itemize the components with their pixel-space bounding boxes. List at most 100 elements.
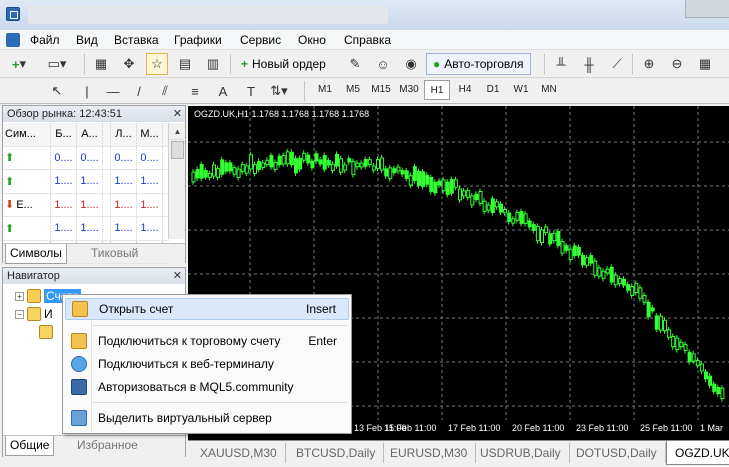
candlestick-chart-icon[interactable]: ╫ bbox=[578, 53, 600, 75]
trendline-icon[interactable]: / bbox=[128, 80, 150, 102]
col-low[interactable]: Л... bbox=[111, 123, 137, 146]
text-tool-icon[interactable]: A bbox=[212, 80, 234, 102]
tile-windows-icon[interactable]: ▦ bbox=[694, 53, 716, 75]
navigator-close-icon[interactable]: ✕ bbox=[173, 268, 182, 284]
period-m30[interactable]: M30 bbox=[396, 80, 422, 100]
menu-file[interactable]: Файл bbox=[30, 33, 60, 47]
expand-icon[interactable]: + bbox=[15, 291, 24, 301]
menu-window[interactable]: Окно bbox=[298, 33, 326, 47]
tree-node-subfolder[interactable] bbox=[39, 325, 53, 339]
tab-tick-chart[interactable]: Тиковый график bbox=[87, 244, 185, 279]
chart-tab-usdrub[interactable]: USDRUB,Daily bbox=[472, 443, 570, 463]
ctx-mql5-login-label: Авторизоваться в MQL5.community bbox=[98, 380, 294, 394]
cursor-icon[interactable]: ↖ bbox=[46, 80, 68, 102]
window-close-button[interactable] bbox=[685, 0, 729, 18]
period-h1[interactable]: H1 bbox=[424, 80, 450, 100]
accounts-icon bbox=[27, 289, 41, 303]
metaeditor-icon[interactable]: ✎ bbox=[344, 53, 366, 75]
community-icon[interactable]: ☺ bbox=[372, 53, 394, 75]
chart-tab-btcusd[interactable]: BTCUSD,Daily bbox=[288, 443, 385, 463]
chart-tab-dotusd[interactable]: DOTUSD,Daily bbox=[568, 443, 666, 463]
profiles-icon[interactable]: ▭▾ bbox=[46, 53, 68, 75]
fibonacci-icon[interactable]: ≡ bbox=[184, 80, 206, 102]
market-watch-close-icon[interactable]: ✕ bbox=[173, 106, 182, 122]
menu-insert[interactable]: Вставка bbox=[114, 33, 159, 47]
period-m1[interactable]: M1 bbox=[312, 80, 338, 100]
navigator-tabs: Общие Избранное bbox=[3, 435, 185, 457]
signals-icon[interactable]: ◉ bbox=[400, 53, 422, 75]
bar-chart-icon[interactable]: ╨ bbox=[550, 53, 572, 75]
candle bbox=[330, 163, 335, 171]
scroll-thumb[interactable] bbox=[171, 141, 184, 159]
label-tool-icon[interactable]: T bbox=[240, 80, 262, 102]
menu-help[interactable]: Справка bbox=[344, 33, 391, 47]
menu-tools[interactable]: Сервис bbox=[240, 33, 281, 47]
ctx-mql5-login[interactable]: Авторизоваться в MQL5.community bbox=[65, 376, 349, 398]
ctx-open-account[interactable]: Открыть счет Insert bbox=[65, 298, 349, 320]
document-menu-icon[interactable] bbox=[6, 33, 20, 47]
market-watch-header-row: Сим... Б... А... Л... М... bbox=[3, 123, 169, 147]
collapse-icon[interactable]: − bbox=[15, 309, 24, 319]
vertical-line-icon[interactable]: | bbox=[76, 80, 98, 102]
auto-trading-button[interactable]: ● Авто-торговля bbox=[426, 53, 531, 75]
indicators-label[interactable]: И bbox=[44, 307, 53, 321]
zoom-out-icon[interactable]: ⊖ bbox=[666, 53, 688, 75]
arrow-up-icon: ⬆ bbox=[5, 222, 15, 235]
equidistant-channel-icon[interactable]: ⫽ bbox=[154, 80, 176, 102]
line-chart-icon[interactable]: ⟋ bbox=[606, 53, 628, 75]
period-h4[interactable]: H4 bbox=[452, 80, 478, 100]
data-window-icon[interactable]: ✥ bbox=[118, 53, 140, 75]
market-watch-scrollbar[interactable]: ▲ bbox=[168, 123, 186, 239]
candle bbox=[675, 337, 680, 351]
ctx-connect-trade-account[interactable]: Подключиться к торговому счету Enter bbox=[65, 330, 349, 352]
menu-charts[interactable]: Графики bbox=[174, 33, 222, 47]
market-watch-row[interactable]: ⬆ 0.... 0.... 0.... 0.... bbox=[3, 146, 169, 170]
candle bbox=[667, 329, 672, 338]
candle bbox=[306, 154, 311, 164]
horizontal-line-icon[interactable]: — bbox=[102, 80, 124, 102]
candle bbox=[191, 171, 196, 183]
chart-tab-ogzd[interactable]: OGZD.UK,H1 bbox=[666, 441, 729, 465]
scroll-up-icon[interactable]: ▲ bbox=[169, 123, 186, 140]
period-w1[interactable]: W1 bbox=[508, 80, 534, 100]
tester-toggle-icon[interactable]: ▥ bbox=[202, 53, 224, 75]
col-symbol[interactable]: Сим... bbox=[3, 123, 51, 146]
col-high[interactable]: М... bbox=[137, 123, 163, 146]
chart-tab-eurusd[interactable]: EURUSD,M30 bbox=[382, 443, 477, 463]
zoom-in-icon[interactable]: ⊕ bbox=[638, 53, 660, 75]
market-watch-row[interactable]: ⬇ E... 1.... 1.... 1.... 1.... bbox=[3, 193, 169, 217]
new-chart-icon[interactable]: + ▾ bbox=[8, 53, 30, 75]
market-watch-row[interactable]: ⬆ 1.... 1.... 1.... 1.... bbox=[3, 170, 169, 194]
tree-node-indicators[interactable]: − И bbox=[15, 307, 53, 321]
col-ask[interactable]: А... bbox=[77, 123, 103, 146]
col-spread[interactable] bbox=[103, 123, 111, 146]
candle bbox=[289, 151, 294, 166]
market-watch-toggle-icon[interactable]: ▦ bbox=[90, 53, 112, 75]
period-m5[interactable]: M5 bbox=[340, 80, 366, 100]
standard-toolbar: + ▾ ▭▾ ▦ ✥ ☆ ▤ ▥ + Новый ордер ✎ ☺ ◉ ● Ав… bbox=[0, 50, 729, 78]
period-mn[interactable]: MN bbox=[536, 80, 562, 100]
ctx-web-terminal[interactable]: Подключиться к веб-терминалу bbox=[65, 353, 349, 375]
chart-tab-xauusd[interactable]: XAUUSD,M30 bbox=[192, 443, 286, 463]
ctx-virtual-server[interactable]: Выделить виртуальный сервер bbox=[65, 407, 349, 429]
terminal-toggle-icon[interactable]: ▤ bbox=[174, 53, 196, 75]
candle bbox=[355, 162, 360, 168]
candle bbox=[511, 218, 516, 224]
new-order-button[interactable]: + Новый ордер bbox=[234, 53, 333, 75]
shapes-dropdown-icon[interactable]: ⇅▾ bbox=[268, 80, 290, 102]
candle bbox=[708, 375, 713, 386]
tab-favorites[interactable]: Избранное bbox=[73, 436, 142, 456]
menu-view[interactable]: Вид bbox=[76, 33, 98, 47]
tab-common[interactable]: Общие bbox=[5, 436, 55, 456]
period-d1[interactable]: D1 bbox=[480, 80, 506, 100]
tab-symbols[interactable]: Символы bbox=[5, 244, 67, 264]
col-bid[interactable]: Б... bbox=[51, 123, 77, 146]
candle bbox=[384, 168, 389, 177]
candle bbox=[408, 175, 413, 186]
navigator-toggle-icon[interactable]: ☆ bbox=[146, 53, 168, 75]
candle bbox=[314, 153, 319, 162]
market-watch-row[interactable]: ⬆ 1.... 1.... 1.... 1.... bbox=[3, 217, 169, 241]
candle bbox=[462, 190, 467, 197]
price-cell: 1.... bbox=[137, 217, 163, 240]
period-m15[interactable]: M15 bbox=[368, 80, 394, 100]
